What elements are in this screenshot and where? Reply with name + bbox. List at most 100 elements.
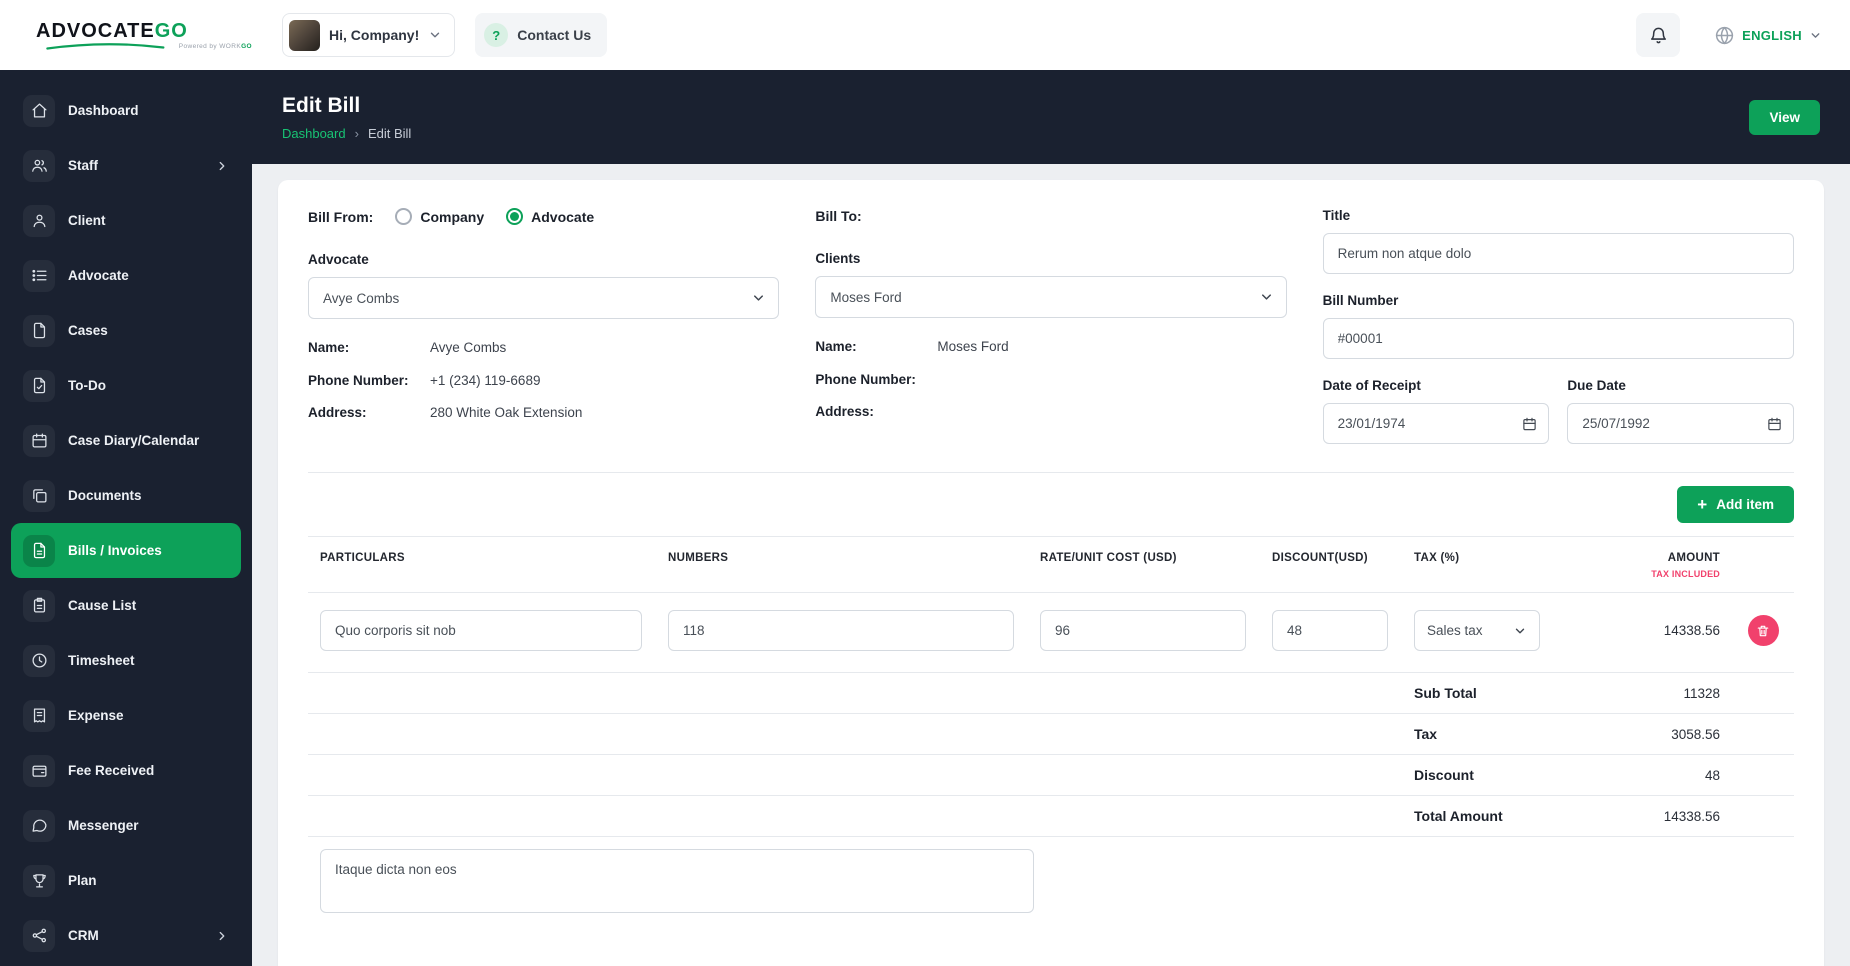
- add-item-button[interactable]: + Add item: [1677, 486, 1794, 523]
- title-input[interactable]: [1323, 233, 1794, 274]
- cases-icon: [23, 315, 55, 347]
- sidebar-item-crm[interactable]: CRM: [11, 908, 241, 963]
- topbar: ADVOCATEGO Powered by WORKGO Hi, Company…: [0, 0, 1850, 70]
- sidebar-item-case-diary-calendar[interactable]: Case Diary/Calendar: [11, 413, 241, 468]
- sidebar-item-label: Timesheet: [68, 653, 135, 668]
- advocate-select[interactable]: Avye Combs: [308, 277, 779, 319]
- sidebar-item-plan[interactable]: Plan: [11, 853, 241, 908]
- radio-company[interactable]: Company: [395, 208, 484, 225]
- client-select[interactable]: Moses Ford: [815, 276, 1286, 318]
- advocate-address-value: 280 White Oak Extension: [430, 404, 582, 422]
- client-name-row: Name: Moses Ford: [815, 338, 1286, 356]
- subtotal-label: Sub Total: [1414, 685, 1566, 701]
- sidebar-item-expense[interactable]: Expense: [11, 688, 241, 743]
- logo-swoosh-icon: [36, 43, 175, 50]
- discount-input[interactable]: [1272, 610, 1388, 651]
- sidebar-item-label: Staff: [68, 158, 98, 173]
- sidebar-item-label: Messenger: [68, 818, 139, 833]
- particulars-input[interactable]: [320, 610, 642, 651]
- phone-label: Phone Number:: [308, 372, 430, 390]
- col-numbers: NUMBERS: [668, 552, 1040, 579]
- date-of-receipt-wrap: [1323, 403, 1550, 444]
- home-icon: [23, 95, 55, 127]
- calendar-icon: [23, 425, 55, 457]
- breadcrumb-separator: ›: [355, 126, 359, 141]
- date-of-receipt-input[interactable]: [1323, 403, 1550, 444]
- rate-input[interactable]: [1040, 610, 1246, 651]
- crm-icon: [23, 920, 55, 952]
- tax-value: 3058.56: [1566, 727, 1732, 742]
- sidebar-item-cause-list[interactable]: Cause List: [11, 578, 241, 633]
- subtotal-row: Sub Total 11328: [308, 673, 1794, 714]
- delete-item-button[interactable]: [1748, 615, 1779, 646]
- sidebar-item-fee-received[interactable]: Fee Received: [11, 743, 241, 798]
- advocate-name-row: Name: Avye Combs: [308, 339, 779, 357]
- discount-cell: [1272, 610, 1414, 651]
- due-date-group: Due Date: [1567, 378, 1794, 444]
- cause-list-icon: [23, 590, 55, 622]
- advocate-info: Name: Avye Combs Phone Number: +1 (234) …: [308, 339, 779, 422]
- todo-icon: [23, 370, 55, 402]
- due-date-label: Due Date: [1567, 378, 1794, 393]
- sidebar-item-label: Cases: [68, 323, 108, 338]
- advocate-icon: [23, 260, 55, 292]
- address-label: Address:: [308, 404, 430, 422]
- rate-cell: [1040, 610, 1272, 651]
- main-area: Edit Bill Dashboard › Edit Bill View: [252, 70, 1850, 966]
- client-info: Name: Moses Ford Phone Number: Address:: [815, 338, 1286, 421]
- sidebar-item-staff[interactable]: Staff: [11, 138, 241, 193]
- notes-textarea[interactable]: [320, 849, 1034, 913]
- brand-logo[interactable]: ADVOCATEGO Powered by WORKGO: [36, 21, 252, 50]
- radio-advocate-control[interactable]: [506, 208, 523, 225]
- chevron-down-icon: [1809, 29, 1822, 42]
- items-table-header: PARTICULARS NUMBERS RATE/UNIT COST (USD)…: [308, 536, 1794, 593]
- sidebar-item-client[interactable]: Client: [11, 193, 241, 248]
- radio-advocate-label: Advocate: [531, 209, 594, 225]
- sidebar-item-cases[interactable]: Cases: [11, 303, 241, 358]
- sidebar-item-bills-invoices[interactable]: Bills / Invoices: [11, 523, 241, 578]
- total-amount-value: 14338.56: [1566, 809, 1732, 824]
- breadcrumb-dashboard-link[interactable]: Dashboard: [282, 126, 346, 141]
- sidebar-item-todo[interactable]: To-Do: [11, 358, 241, 413]
- sidebar-item-dashboard[interactable]: Dashboard: [11, 83, 241, 138]
- sidebar-item-timesheet[interactable]: Timesheet: [11, 633, 241, 688]
- sidebar-item-label: Advocate: [68, 268, 129, 283]
- language-selector[interactable]: ENGLISH: [1714, 25, 1822, 46]
- documents-icon: [23, 480, 55, 512]
- col-discount: DISCOUNT(USD): [1272, 552, 1414, 579]
- topbar-logo-area: ADVOCATEGO Powered by WORKGO: [0, 21, 252, 50]
- notifications-button[interactable]: [1636, 13, 1680, 57]
- sidebar-item-label: Documents: [68, 488, 142, 503]
- sidebar-item-advocate[interactable]: Advocate: [11, 248, 241, 303]
- due-date-input[interactable]: [1567, 403, 1794, 444]
- bill-number-input[interactable]: [1323, 318, 1794, 359]
- client-icon: [23, 205, 55, 237]
- sidebar-item-messenger[interactable]: Messenger: [11, 798, 241, 853]
- chevron-right-icon: [215, 929, 229, 943]
- sidebar-item-label: To-Do: [68, 378, 106, 393]
- radio-company-control[interactable]: [395, 208, 412, 225]
- col-tax: TAX (%): [1414, 552, 1566, 579]
- sidebar-item-documents[interactable]: Documents: [11, 468, 241, 523]
- account-menu[interactable]: Hi, Company!: [282, 13, 455, 57]
- client-select-wrap: Moses Ford: [815, 276, 1286, 318]
- sidebar-item-label: Fee Received: [68, 763, 154, 778]
- sidebar-item-label: Bills / Invoices: [68, 543, 162, 558]
- fee-received-icon: [23, 755, 55, 787]
- radio-advocate[interactable]: Advocate: [506, 208, 594, 225]
- date-of-receipt-label: Date of Receipt: [1323, 378, 1550, 393]
- client-name-value: Moses Ford: [937, 338, 1008, 356]
- tax-select[interactable]: Sales tax: [1414, 610, 1540, 651]
- bill-from-label: Bill From:: [308, 209, 373, 225]
- bill-to-column: Bill To: Clients Moses Ford Name: Moses …: [815, 208, 1286, 444]
- delete-cell: [1732, 615, 1794, 646]
- view-button[interactable]: View: [1749, 100, 1820, 135]
- contact-us-button[interactable]: ? Contact Us: [475, 13, 607, 57]
- tax-row: Tax 3058.56: [308, 714, 1794, 755]
- timesheet-icon: [23, 645, 55, 677]
- numbers-cell: [668, 610, 1040, 651]
- sidebar-item-label: Plan: [68, 873, 97, 888]
- numbers-input[interactable]: [668, 610, 1014, 651]
- bill-from-row: Bill From: Company Advocate: [308, 208, 779, 225]
- client-address-row: Address:: [815, 403, 1286, 421]
